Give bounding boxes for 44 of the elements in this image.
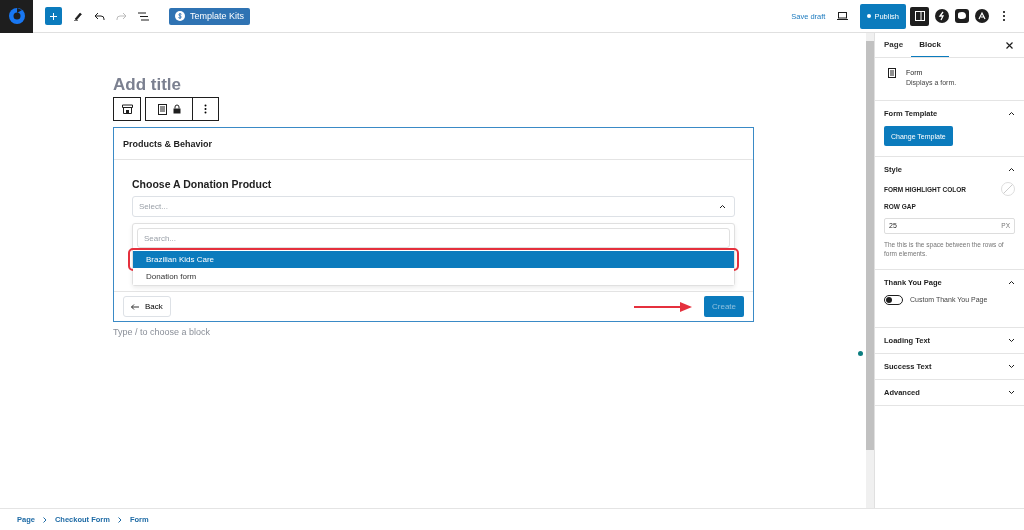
chevron-down-icon	[1008, 363, 1015, 369]
close-icon[interactable]	[1006, 41, 1013, 49]
no-color-swatch-icon[interactable]	[1001, 182, 1015, 197]
arrow-annotation	[634, 301, 692, 312]
chat-badge-icon[interactable]	[955, 9, 969, 23]
triangle-badge-icon[interactable]	[975, 9, 989, 23]
template-kits-button[interactable]: Template Kits	[169, 7, 251, 25]
logo-icon[interactable]	[0, 0, 33, 33]
back-button[interactable]: Back	[123, 296, 171, 317]
chevron-up-icon	[719, 204, 726, 209]
toggle-switch[interactable]	[884, 294, 903, 305]
field-label: Choose A Donation Product	[132, 178, 273, 190]
chevron-up-icon	[1008, 111, 1015, 117]
title-placeholder[interactable]: Add title	[113, 75, 866, 95]
plus-icon	[49, 11, 58, 21]
document-icon	[888, 68, 896, 78]
chevron-up-icon	[1008, 167, 1015, 173]
sidebar-icon	[914, 11, 925, 21]
sidebar-toggle-button[interactable]	[910, 6, 929, 26]
pen-icon[interactable]	[73, 11, 83, 21]
sidebar-tab[interactable]: Block	[911, 33, 949, 57]
chevron-up-icon	[1008, 279, 1015, 285]
dropdown-option[interactable]: Donation form	[133, 268, 734, 285]
lock-icon	[172, 104, 181, 114]
dot-icon	[867, 14, 872, 18]
bolt-badge-icon[interactable]	[935, 9, 949, 23]
list-view-icon[interactable]	[138, 11, 149, 21]
more-options-icon[interactable]	[1001, 10, 1007, 22]
dollar-icon	[175, 11, 185, 21]
block-hint: Type / to choose a block	[113, 327, 212, 337]
scrollbar-thumb[interactable]	[866, 41, 874, 450]
form-header: Products & Behavior	[114, 128, 753, 160]
chevron-right-icon	[117, 516, 122, 523]
sidebar-tab[interactable]: Page	[883, 33, 912, 57]
laptop-icon[interactable]	[837, 12, 849, 20]
status-dot	[858, 351, 863, 356]
undo-icon[interactable]	[94, 11, 105, 21]
chevron-down-icon	[1008, 337, 1015, 343]
chevron-down-icon	[1008, 389, 1015, 395]
add-block-button[interactable]	[45, 7, 62, 25]
document-icon	[157, 103, 167, 115]
chevron-right-icon	[42, 516, 47, 523]
search-field[interactable]: Search...	[137, 228, 730, 248]
arrow-left-icon	[131, 303, 139, 310]
